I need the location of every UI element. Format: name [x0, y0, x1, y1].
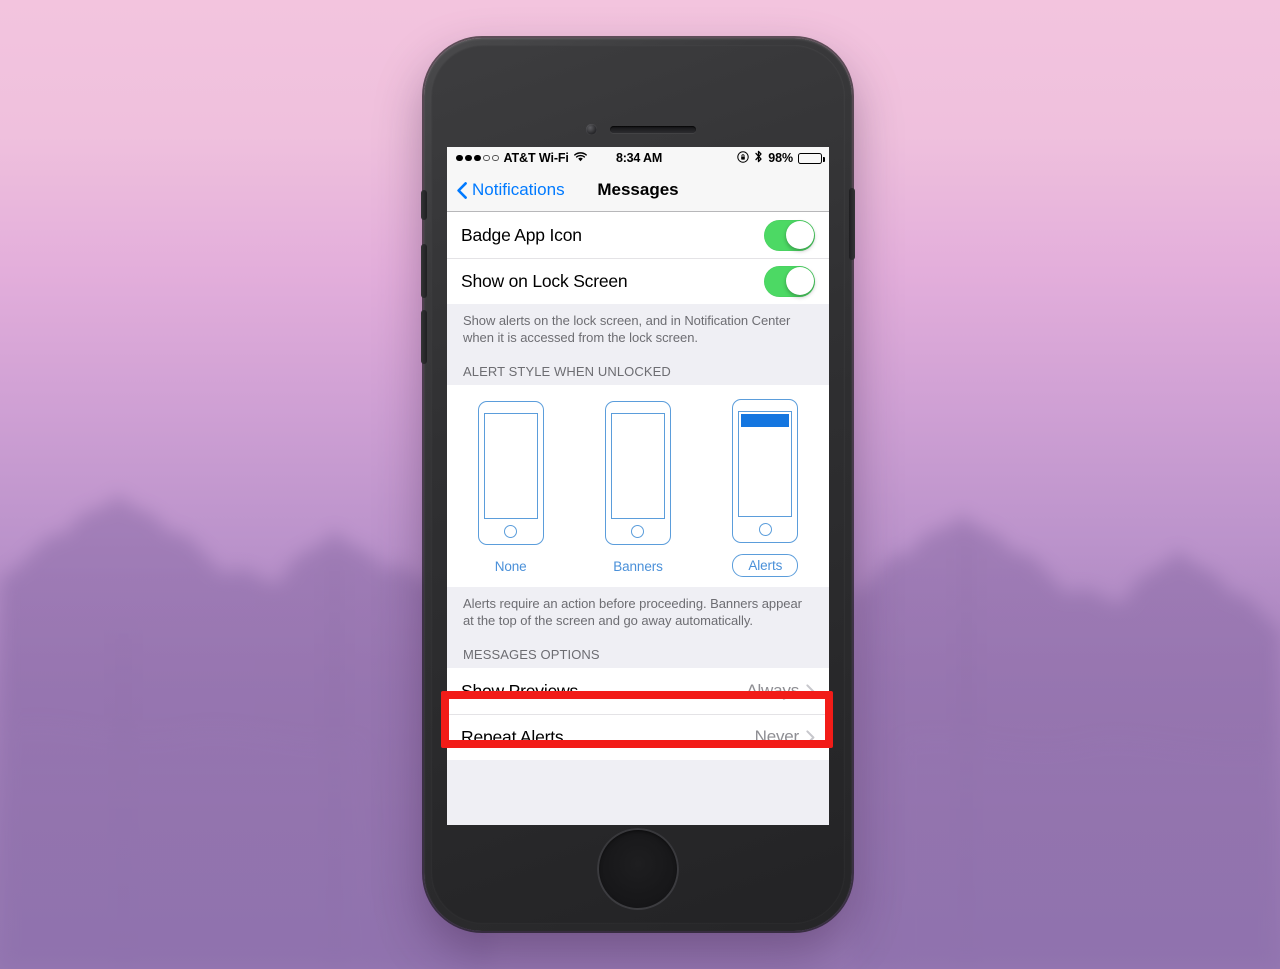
- settings-list: Badge App Icon Show on Lock Screen Show …: [447, 212, 829, 825]
- power-button[interactable]: [849, 188, 855, 260]
- row-repeat-alerts[interactable]: Repeat Alerts Never: [447, 714, 829, 760]
- messages-options-group: Show Previews Always Repeat Alerts Never: [447, 668, 829, 760]
- carrier-label: AT&T Wi-Fi: [503, 151, 569, 165]
- row-show-on-lock-screen[interactable]: Show on Lock Screen: [447, 258, 829, 304]
- navigation-bar: Notifications Messages: [447, 169, 829, 212]
- show-on-lock-screen-toggle[interactable]: [764, 265, 815, 297]
- chevron-right-icon: [806, 683, 815, 699]
- row-value: Never: [754, 727, 800, 746]
- messages-options-section-header: MESSAGES OPTIONS: [447, 629, 829, 668]
- alert-style-label: Banners: [613, 559, 663, 574]
- mute-switch[interactable]: [421, 190, 427, 220]
- alert-style-section-header: ALERT STYLE WHEN UNLOCKED: [447, 346, 829, 385]
- alert-style-option-alerts[interactable]: Alerts: [717, 399, 813, 577]
- battery-icon: [798, 152, 825, 164]
- alert-style-picker: None Banners Alerts: [447, 385, 829, 587]
- home-button[interactable]: [597, 828, 679, 910]
- signal-strength-icon: [456, 154, 499, 162]
- row-label: Show on Lock Screen: [461, 270, 628, 291]
- earpiece-speaker: [610, 126, 696, 133]
- badge-app-icon-toggle[interactable]: [764, 219, 815, 251]
- device-screen: AT&T Wi-Fi 8:34 AM 98% Notifications Mes…: [447, 147, 829, 825]
- row-label: Badge App Icon: [461, 224, 582, 245]
- chevron-left-icon: [457, 181, 467, 199]
- phone-outline-icon: [732, 399, 799, 543]
- phone-outline-icon: [477, 401, 544, 545]
- status-bar: AT&T Wi-Fi 8:34 AM 98%: [447, 147, 829, 169]
- row-label: Show Previews: [461, 680, 579, 701]
- iphone-device: AT&T Wi-Fi 8:34 AM 98% Notifications Mes…: [421, 38, 855, 931]
- alert-style-option-none[interactable]: None: [463, 401, 559, 577]
- row-badge-app-icon[interactable]: Badge App Icon: [447, 212, 829, 258]
- banner-preview: [741, 414, 790, 427]
- back-button[interactable]: Notifications: [457, 180, 565, 200]
- alert-style-option-banners[interactable]: Banners: [590, 401, 686, 577]
- battery-percent-label: 98%: [768, 151, 794, 165]
- wifi-icon: [573, 151, 587, 165]
- lock-screen-footer-text: Show alerts on the lock screen, and in N…: [447, 304, 829, 346]
- bluetooth-icon: [754, 150, 763, 166]
- back-button-label: Notifications: [472, 180, 565, 199]
- alert-style-label-selected: Alerts: [732, 554, 799, 577]
- clock: 8:34 AM: [615, 151, 663, 165]
- row-value: Always: [746, 681, 799, 700]
- row-show-previews[interactable]: Show Previews Always: [447, 668, 829, 714]
- alert-style-footer-text: Alerts require an action before proceedi…: [447, 587, 829, 629]
- volume-down-button[interactable]: [421, 310, 427, 364]
- chevron-right-icon: [806, 729, 815, 745]
- toggle-group: Badge App Icon Show on Lock Screen: [447, 212, 829, 304]
- row-label: Repeat Alerts: [461, 726, 564, 747]
- alert-style-label: None: [494, 559, 527, 574]
- front-camera-icon: [586, 124, 597, 135]
- rotation-lock-icon: [737, 150, 749, 166]
- phone-outline-icon: [604, 401, 671, 545]
- volume-up-button[interactable]: [421, 244, 427, 298]
